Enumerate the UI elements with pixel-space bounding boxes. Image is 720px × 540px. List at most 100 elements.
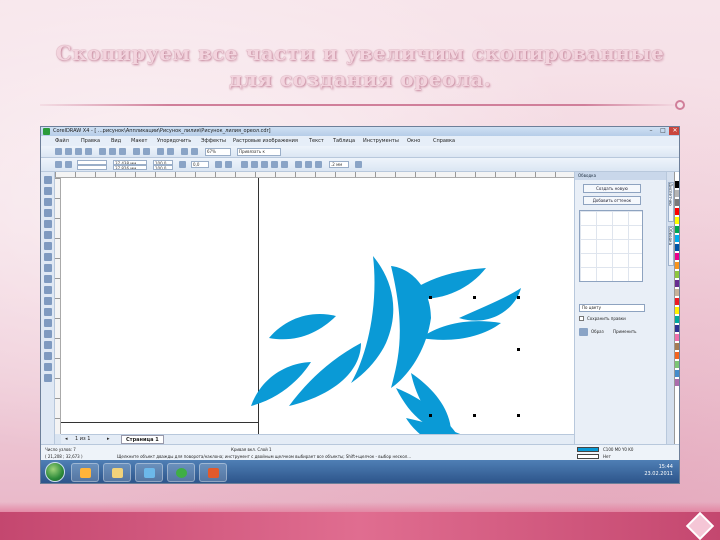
lock-ratio-icon[interactable] (179, 161, 186, 168)
palette-swatch[interactable] (675, 217, 679, 225)
drawing-canvas[interactable] (61, 178, 574, 434)
polygon-tool-icon[interactable] (44, 264, 52, 272)
menu-view[interactable]: Вид (111, 136, 121, 146)
system-clock[interactable]: 15:44 23.02.2011 (644, 464, 673, 478)
palette-swatch[interactable] (675, 172, 679, 180)
scale-height-field[interactable]: 100,0 (153, 165, 173, 170)
ellipse-tool-icon[interactable] (44, 253, 52, 261)
intersect-icon[interactable] (281, 161, 288, 168)
connector-tool-icon[interactable] (44, 319, 52, 327)
height-field[interactable]: 37,826 мм (113, 165, 147, 170)
lily-petals[interactable] (251, 256, 521, 434)
palette-swatch[interactable] (675, 253, 679, 261)
palette-swatch[interactable] (675, 208, 679, 216)
selection-handle[interactable] (429, 414, 432, 417)
save-icon[interactable] (75, 148, 82, 155)
selection-handle[interactable] (517, 348, 520, 351)
eyedropper-tool-icon[interactable] (44, 341, 52, 349)
menu-text[interactable]: Текст (309, 136, 324, 146)
interactive-fill-tool-icon[interactable] (44, 374, 52, 382)
palette-swatch[interactable] (675, 325, 679, 333)
create-new-button[interactable]: Создать новую (583, 184, 641, 193)
palette-swatch[interactable] (675, 352, 679, 360)
selection-handle[interactable] (517, 296, 520, 299)
menu-file[interactable]: Файл (55, 136, 69, 146)
basic-shapes-tool-icon[interactable] (44, 275, 52, 283)
combine-icon[interactable] (241, 161, 248, 168)
add-shade-button[interactable]: Добавить оттенок (583, 196, 641, 205)
new-icon[interactable] (55, 148, 62, 155)
rectangle-tool-icon[interactable] (44, 242, 52, 250)
folder-icon[interactable] (103, 463, 131, 482)
dimension-tool-icon[interactable] (44, 308, 52, 316)
close-button[interactable]: ✕ (669, 127, 679, 135)
pick-icon[interactable] (65, 161, 72, 168)
menu-edit[interactable]: Правка (81, 136, 100, 146)
welcome-icon[interactable] (191, 148, 198, 155)
mirror-vertical-icon[interactable] (225, 161, 232, 168)
position-y-field[interactable] (77, 165, 107, 170)
freehand-tool-icon[interactable] (44, 220, 52, 228)
open-icon[interactable] (65, 148, 72, 155)
undo-icon[interactable] (133, 148, 140, 155)
cut-icon[interactable] (99, 148, 106, 155)
menu-layout[interactable]: Макет (131, 136, 147, 146)
palette-swatch[interactable] (675, 280, 679, 288)
selection-handle[interactable] (473, 296, 476, 299)
to-front-icon[interactable] (305, 161, 312, 168)
select-icon[interactable] (55, 161, 62, 168)
palette-swatch[interactable] (675, 316, 679, 324)
explorer-icon[interactable] (135, 463, 163, 482)
selection-handle[interactable] (429, 296, 432, 299)
menu-window[interactable]: Окно (407, 136, 420, 146)
export-icon[interactable] (167, 148, 174, 155)
text-tool-icon[interactable] (44, 286, 52, 294)
palette-swatch[interactable] (675, 343, 679, 351)
palette-swatch[interactable] (675, 235, 679, 243)
apply-button[interactable]: Применить (613, 329, 637, 334)
menu-help[interactable]: Справка (433, 136, 455, 146)
palette-swatch[interactable] (675, 271, 679, 279)
first-page-icon[interactable]: ◂ (65, 435, 68, 444)
palette-swatch[interactable] (675, 226, 679, 234)
menu-arrange[interactable]: Упорядочить (157, 136, 191, 146)
fill-tool-icon[interactable] (44, 363, 52, 371)
coreldraw-taskbar-icon[interactable] (167, 463, 195, 482)
import-icon[interactable] (157, 148, 164, 155)
palette-swatch[interactable] (675, 190, 679, 198)
rotation-angle-field[interactable]: 0,0 (191, 161, 209, 168)
menu-bitmaps[interactable]: Растровые изображения (233, 136, 298, 146)
palette-swatch[interactable] (675, 370, 679, 378)
palette-swatch[interactable] (675, 181, 679, 189)
menu-tools[interactable]: Инструменты (363, 136, 399, 146)
align-icon[interactable] (295, 161, 302, 168)
smart-fill-tool-icon[interactable] (44, 231, 52, 239)
paste-icon[interactable] (119, 148, 126, 155)
palette-swatch[interactable] (675, 361, 679, 369)
media-player-icon[interactable] (71, 463, 99, 482)
zoom-level-field[interactable]: 67% (205, 148, 231, 156)
palette-swatch[interactable] (675, 199, 679, 207)
palette-swatch[interactable] (675, 289, 679, 297)
selection-handle[interactable] (517, 414, 520, 417)
break-apart-icon[interactable] (251, 161, 258, 168)
redo-icon[interactable] (143, 148, 150, 155)
blend-tool-icon[interactable] (44, 330, 52, 338)
convert-to-curves-icon[interactable] (355, 161, 362, 168)
shape-tool-icon[interactable] (44, 187, 52, 195)
save-edits-checkbox[interactable] (579, 316, 584, 321)
snap-to-dropdown[interactable]: Привязать к (237, 148, 281, 156)
palette-swatch[interactable] (675, 244, 679, 252)
palette-swatch[interactable] (675, 307, 679, 315)
outline-tool-icon[interactable] (44, 352, 52, 360)
trim-icon[interactable] (271, 161, 278, 168)
palette-swatch[interactable] (675, 262, 679, 270)
weld-icon[interactable] (261, 161, 268, 168)
outline-width-field[interactable]: .2 мм (329, 161, 349, 168)
copy-icon[interactable] (109, 148, 116, 155)
last-page-icon[interactable]: ▸ (107, 435, 110, 444)
crop-tool-icon[interactable] (44, 198, 52, 206)
preview-icon[interactable] (579, 328, 588, 336)
windows-start-icon[interactable] (45, 462, 65, 482)
table-tool-icon[interactable] (44, 297, 52, 305)
